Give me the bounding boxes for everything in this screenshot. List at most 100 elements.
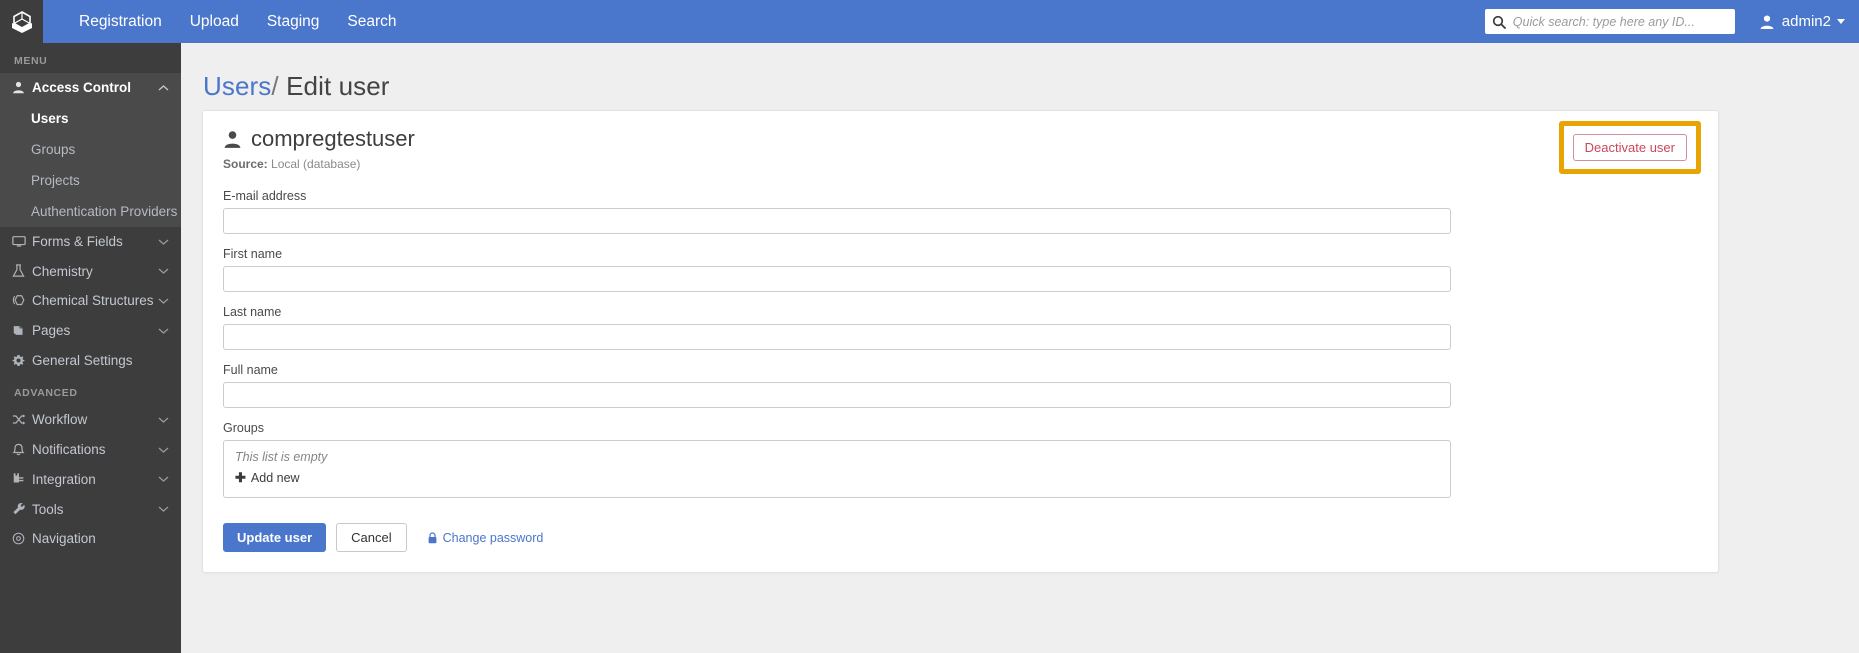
sidebar-item-label: Tools bbox=[32, 501, 64, 517]
sidebar-item-chemical-structures[interactable]: Chemical Structures bbox=[0, 286, 181, 316]
breadcrumb-separator: / bbox=[271, 71, 279, 101]
cancel-button[interactable]: Cancel bbox=[336, 523, 407, 552]
compass-icon bbox=[12, 532, 32, 545]
access-control-submenu: Users Groups Projects Authentication Pro… bbox=[0, 102, 181, 227]
sidebar-item-notifications[interactable]: Notifications bbox=[0, 435, 181, 465]
main-content: Users/ Edit user compregtestuser Source:… bbox=[181, 43, 1859, 653]
nav-item-staging[interactable]: Staging bbox=[253, 0, 334, 43]
chevron-down-icon bbox=[157, 446, 169, 454]
field-groups: Groups This list is empty ✚ Add new bbox=[223, 421, 1698, 498]
sidebar-item-general-settings[interactable]: General Settings bbox=[0, 345, 181, 375]
sidebar-item-groups[interactable]: Groups bbox=[0, 134, 181, 165]
top-navigation-bar: Registration Upload Staging Search admin… bbox=[0, 0, 1859, 43]
chevron-down-icon bbox=[157, 267, 169, 275]
sidebar-item-label: Chemistry bbox=[32, 263, 93, 279]
sidebar-section-advanced-heading: ADVANCED bbox=[14, 387, 78, 400]
chevron-down-icon bbox=[157, 238, 169, 246]
breadcrumb: Users/ Edit user bbox=[181, 43, 1859, 102]
chevron-down-icon bbox=[1837, 19, 1845, 24]
full-name-field[interactable] bbox=[223, 382, 1451, 408]
sidebar-item-label: Chemical Structures bbox=[32, 293, 154, 309]
top-bar-right: admin2 bbox=[1484, 9, 1859, 34]
email-field[interactable] bbox=[223, 208, 1451, 234]
page-title: Edit user bbox=[286, 71, 390, 101]
user-menu[interactable]: admin2 bbox=[1759, 13, 1845, 30]
sidebar-item-label: Access Control bbox=[32, 80, 132, 96]
form-actions: Update user Cancel Change password bbox=[203, 511, 1718, 572]
user-name-heading: compregtestuser bbox=[251, 126, 415, 151]
book-icon bbox=[12, 324, 32, 337]
breadcrumb-link-users[interactable]: Users bbox=[203, 71, 271, 101]
sidebar-item-workflow[interactable]: Workflow bbox=[0, 405, 181, 435]
sidebar: MENU Access Control Users Groups Project… bbox=[0, 43, 181, 653]
change-password-link[interactable]: Change password bbox=[427, 530, 544, 545]
sidebar-item-label: Integration bbox=[32, 471, 96, 487]
person-icon bbox=[223, 130, 242, 149]
sidebar-item-projects[interactable]: Projects bbox=[0, 165, 181, 196]
sidebar-item-integration[interactable]: Integration bbox=[0, 465, 181, 495]
add-new-group-button[interactable]: ✚ Add new bbox=[235, 470, 300, 486]
add-new-label: Add new bbox=[250, 471, 300, 485]
field-label-first-name: First name bbox=[223, 247, 283, 261]
sidebar-item-label: Pages bbox=[32, 323, 71, 339]
groups-empty-message: This list is empty bbox=[235, 450, 328, 464]
change-password-label: Change password bbox=[442, 530, 544, 545]
sidebar-item-chemistry[interactable]: Chemistry bbox=[0, 256, 181, 286]
deactivate-user-button[interactable]: Deactivate user bbox=[1572, 134, 1687, 161]
gear-icon bbox=[12, 354, 32, 367]
card-title: compregtestuser bbox=[223, 126, 1698, 152]
source-label: Source: bbox=[223, 157, 268, 171]
lock-icon bbox=[427, 531, 438, 544]
sidebar-item-access-control[interactable]: Access Control bbox=[0, 73, 181, 103]
sidebar-section-menu-heading: MENU bbox=[14, 55, 48, 67]
chevron-down-icon bbox=[157, 416, 169, 424]
bell-icon bbox=[12, 443, 32, 457]
last-name-field[interactable] bbox=[223, 324, 1451, 350]
edit-user-card: compregtestuser Source: Local (database)… bbox=[202, 110, 1719, 573]
sidebar-item-label: Notifications bbox=[32, 442, 106, 458]
flask-icon bbox=[12, 264, 32, 278]
user-source-line: Source: Local (database) bbox=[223, 157, 1698, 171]
field-full-name: Full name bbox=[223, 363, 1698, 408]
field-label-groups: Groups bbox=[223, 421, 264, 435]
chevron-down-icon bbox=[157, 475, 169, 483]
field-label-last-name: Last name bbox=[223, 305, 282, 319]
cube-box-logo-icon bbox=[9, 9, 35, 35]
sidebar-item-forms-fields[interactable]: Forms & Fields bbox=[0, 227, 181, 257]
card-header: compregtestuser Source: Local (database)… bbox=[203, 111, 1718, 174]
deactivate-highlight-box: Deactivate user bbox=[1558, 121, 1701, 174]
app-logo[interactable] bbox=[0, 0, 43, 43]
field-label-email: E-mail address bbox=[223, 189, 307, 203]
field-label-full-name: Full name bbox=[223, 363, 278, 377]
nav-item-search[interactable]: Search bbox=[333, 0, 410, 43]
wrench-icon bbox=[12, 502, 32, 516]
sidebar-item-navigation[interactable]: Navigation bbox=[0, 524, 181, 554]
monitor-icon bbox=[12, 235, 32, 248]
source-value: Local (database) bbox=[271, 157, 361, 171]
chevron-up-icon bbox=[157, 84, 169, 92]
sidebar-item-label: Navigation bbox=[32, 531, 96, 547]
shuffle-icon bbox=[12, 413, 32, 426]
chevron-down-icon bbox=[157, 327, 169, 335]
sidebar-item-pages[interactable]: Pages bbox=[0, 316, 181, 346]
nav-item-upload[interactable]: Upload bbox=[176, 0, 253, 43]
groups-list-box: This list is empty ✚ Add new bbox=[223, 440, 1451, 498]
first-name-field[interactable] bbox=[223, 266, 1451, 292]
search-icon bbox=[1492, 15, 1507, 29]
sidebar-item-authentication-providers[interactable]: Authentication Providers bbox=[0, 196, 181, 227]
sidebar-item-users[interactable]: Users bbox=[0, 103, 181, 134]
user-name-label: admin2 bbox=[1781, 13, 1831, 30]
update-user-button[interactable]: Update user bbox=[223, 523, 327, 552]
field-last-name: Last name bbox=[223, 305, 1698, 350]
sidebar-item-label: Workflow bbox=[32, 412, 88, 428]
search-input[interactable] bbox=[1512, 14, 1728, 29]
field-first-name: First name bbox=[223, 247, 1698, 292]
plus-icon: ✚ bbox=[235, 470, 246, 485]
plug-icon bbox=[12, 472, 32, 486]
user-avatar-icon bbox=[1759, 14, 1775, 30]
nav-item-registration[interactable]: Registration bbox=[65, 0, 176, 43]
sidebar-item-tools[interactable]: Tools bbox=[0, 494, 181, 524]
sidebar-item-label: Forms & Fields bbox=[32, 234, 123, 250]
chevron-down-icon bbox=[157, 297, 169, 305]
quick-search-box[interactable] bbox=[1484, 9, 1735, 34]
